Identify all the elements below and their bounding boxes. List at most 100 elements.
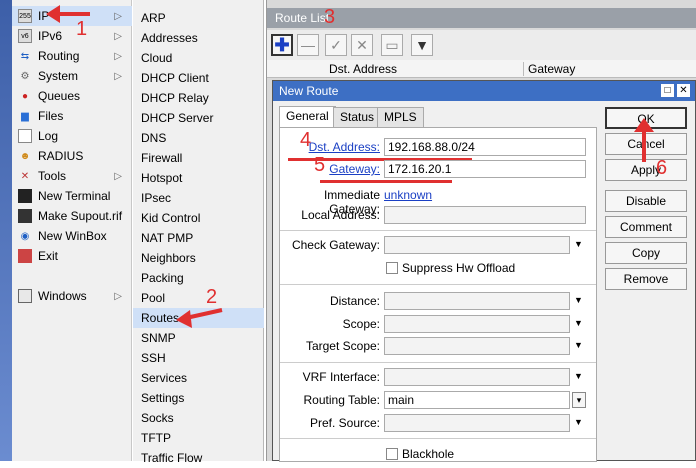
route-list-toolbar: ✚ — ✓ ✕ ▭ ▼ [267, 30, 696, 60]
menu-item-system[interactable]: ⚙ System ▷ [12, 66, 132, 86]
plus-icon: ✚ [274, 34, 290, 55]
gateway-label[interactable]: Gateway: [280, 162, 380, 176]
comment-icon: ▭ [385, 36, 399, 53]
arrow-annotation-2 [176, 308, 223, 328]
submenu-item[interactable]: DHCP Relay [133, 88, 264, 108]
log-icon [18, 129, 32, 143]
submenu-item[interactable]: DHCP Server [133, 108, 264, 128]
tab-general[interactable]: General [279, 106, 336, 128]
divider [280, 284, 596, 285]
menu-item-label: Files [38, 109, 64, 123]
submenu-item[interactable]: Socks [133, 408, 264, 428]
remove-button[interactable]: Remove [605, 268, 687, 290]
column-gateway[interactable]: Gateway [523, 62, 575, 76]
submenu-item[interactable]: Packing [133, 268, 264, 288]
scope-input[interactable] [384, 315, 570, 333]
underline-annotation [320, 180, 452, 183]
target-scope-label: Target Scope: [305, 339, 380, 353]
minus-icon: — [301, 37, 315, 53]
dropdown-arrow-icon[interactable]: ▼ [574, 417, 586, 427]
remove-button[interactable]: — [297, 34, 319, 56]
distance-label: Distance: [329, 294, 380, 308]
menu-item-label: Tools [38, 169, 67, 183]
submenu-item[interactable]: SNMP [133, 328, 264, 348]
general-panel: Dst. Address: 192.168.88.0/24 Gateway: 1… [279, 127, 597, 462]
vrf-interface-input[interactable] [384, 368, 570, 386]
copy-button[interactable]: Copy [605, 242, 687, 264]
suppress-hw-checkbox[interactable] [386, 262, 398, 274]
dst-address-input[interactable]: 192.168.88.0/24 [384, 138, 586, 156]
menu-item-ipv6[interactable]: v6 IPv6 ▷ [12, 26, 132, 46]
tab-mpls[interactable]: MPLS [377, 107, 424, 127]
filter-button[interactable]: ▼ [411, 34, 433, 56]
menu-item-tools[interactable]: ✕ Tools ▷ [12, 166, 132, 186]
chevron-right-icon: ▷ [114, 50, 122, 62]
gateway-input[interactable]: 172.16.20.1 [384, 160, 586, 178]
submenu-item[interactable]: Hotspot [133, 168, 264, 188]
submenu-item[interactable]: NAT PMP [133, 228, 264, 248]
annotation-number: 4 [300, 129, 312, 151]
maximize-icon[interactable]: □ [661, 84, 674, 97]
menu-item-new-terminal[interactable]: New Terminal [12, 186, 132, 206]
blackhole-checkbox[interactable] [386, 448, 398, 460]
submenu-item[interactable]: DHCP Client [133, 68, 264, 88]
routing-table-input[interactable]: main [384, 391, 570, 409]
submenu-item[interactable]: Neighbors [133, 248, 264, 268]
menu-item-log[interactable]: Log [12, 126, 132, 146]
submenu-item[interactable]: SSH [133, 348, 264, 368]
submenu-item[interactable]: IPsec [133, 188, 264, 208]
dropdown-arrow-icon[interactable]: ▼ [574, 239, 586, 249]
disable-button[interactable]: ✕ [351, 34, 373, 56]
immediate-gateway-value[interactable]: unknown [384, 188, 432, 202]
dropdown-arrow-icon[interactable]: ▼ [574, 340, 586, 350]
tab-status[interactable]: Status [333, 107, 382, 127]
comment-button[interactable]: Comment [605, 216, 687, 238]
disable-button[interactable]: Disable [605, 190, 687, 212]
menu-item-routing[interactable]: ⇆ Routing ▷ [12, 46, 132, 66]
submenu-item[interactable]: Firewall [133, 148, 264, 168]
target-scope-input[interactable] [384, 337, 570, 355]
menu-item-exit[interactable]: Exit [12, 246, 132, 266]
menu-item-radius[interactable]: ☻ RADIUS [12, 146, 132, 166]
submenu-item[interactable]: Cloud [133, 48, 264, 68]
menu-item-label: RADIUS [38, 149, 84, 163]
winbox-icon: ◉ [20, 230, 30, 242]
add-button[interactable]: ✚ [271, 34, 293, 56]
submenu-item[interactable]: Traffic Flow [133, 448, 264, 468]
submenu-item[interactable]: ARP [133, 8, 264, 28]
main-menu: 255 IP ▷ v6 IPv6 ▷ ⇆ Routing ▷ ⚙ System … [12, 0, 132, 461]
submenu-item[interactable]: Kid Control [133, 208, 264, 228]
dropdown-arrow-icon[interactable]: ▼ [574, 295, 586, 305]
menu-item-files[interactable]: ▆ Files [12, 106, 132, 126]
gear-icon: ⚙ [20, 70, 30, 82]
dropdown-arrow-icon[interactable]: ▼ [574, 318, 586, 328]
pref-source-label: Pref. Source: [309, 416, 380, 430]
menu-item-new-winbox[interactable]: ◉ New WinBox [12, 226, 132, 246]
submenu-item[interactable]: TFTP [133, 428, 264, 448]
screen: 255 IP ▷ v6 IPv6 ▷ ⇆ Routing ▷ ⚙ System … [0, 0, 696, 465]
menu-item-make-supout[interactable]: Make Supout.rif [12, 206, 132, 226]
pref-source-input[interactable] [384, 414, 570, 432]
check-gateway-input[interactable] [384, 236, 570, 254]
dropdown-arrow-icon[interactable]: ▾ [572, 392, 586, 408]
close-icon[interactable]: ✕ [677, 84, 690, 97]
submenu-item[interactable]: Services [133, 368, 264, 388]
dropdown-arrow-icon[interactable]: ▼ [574, 371, 586, 381]
local-address-label: Local Address: [301, 208, 380, 222]
enable-button[interactable]: ✓ [325, 34, 347, 56]
menu-item-queues[interactable]: ● Queues [12, 86, 132, 106]
menu-item-label: Exit [38, 249, 59, 263]
column-dst-address[interactable]: Dst. Address [329, 62, 397, 76]
distance-input[interactable] [384, 292, 570, 310]
menu-item-label: Queues [38, 89, 81, 103]
route-list-header: Dst. Address Gateway [267, 60, 696, 78]
queues-icon: ● [21, 90, 29, 102]
submenu-item[interactable]: Addresses [133, 28, 264, 48]
menu-item-label: Log [38, 129, 59, 143]
menu-item-windows[interactable]: Windows ▷ [12, 286, 132, 306]
submenu-item[interactable]: DNS [133, 128, 264, 148]
annotation-number: 3 [324, 6, 336, 28]
dst-address-label[interactable]: Dst. Address: [280, 140, 380, 154]
submenu-item[interactable]: Settings [133, 388, 264, 408]
comment-button[interactable]: ▭ [381, 34, 403, 56]
